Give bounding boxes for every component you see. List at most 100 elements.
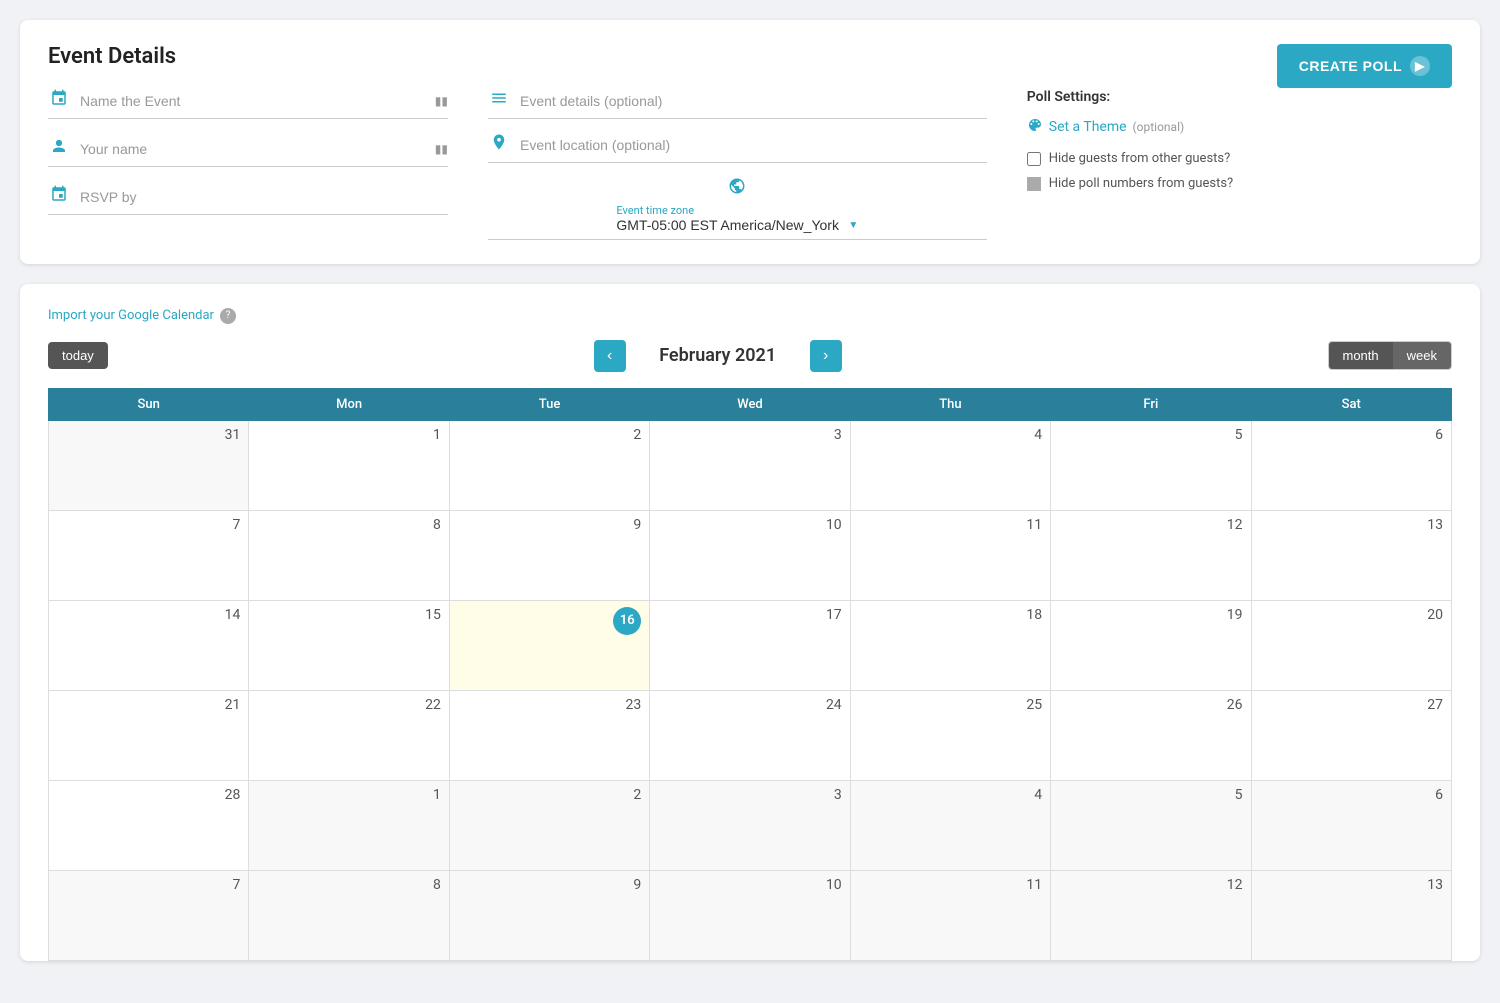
hide-guests-row: Hide guests from other guests?: [1027, 151, 1247, 166]
calendar-day-header: Sat: [1251, 388, 1451, 420]
calendar-cell[interactable]: 19: [1051, 600, 1251, 690]
day-number: 27: [1427, 697, 1443, 713]
help-icon[interactable]: ?: [220, 308, 236, 324]
event-details-input[interactable]: [520, 93, 987, 109]
calendar-cell[interactable]: 2: [449, 420, 649, 510]
calendar-cell[interactable]: 28: [49, 780, 249, 870]
your-name-input[interactable]: [80, 141, 425, 157]
hide-poll-checkbox[interactable]: [1027, 177, 1041, 191]
day-number: 7: [233, 517, 241, 533]
import-link-label[interactable]: Import your Google Calendar: [48, 308, 214, 323]
calendar-cell[interactable]: 1: [249, 780, 449, 870]
create-poll-button[interactable]: CREATE POLL ▶: [1277, 44, 1452, 88]
rsvp-input[interactable]: [80, 189, 448, 205]
timezone-select[interactable]: GMT-05:00 EST America/New_York: [616, 217, 840, 233]
calendar-cell[interactable]: 9: [449, 870, 649, 960]
month-view-button[interactable]: month: [1329, 342, 1393, 369]
set-theme-label[interactable]: Set a Theme: [1049, 119, 1127, 135]
event-name-input[interactable]: [80, 93, 425, 109]
calendar-cell[interactable]: 4: [850, 420, 1050, 510]
calendar-cell[interactable]: 20: [1251, 600, 1451, 690]
calendar-cell[interactable]: 16: [449, 600, 649, 690]
calendar-cell[interactable]: 10: [650, 510, 850, 600]
calendar-nav: today ‹ February 2021 › month week: [48, 340, 1452, 372]
prev-month-button[interactable]: ‹: [594, 340, 626, 372]
day-number: 18: [1026, 607, 1042, 623]
day-number: 17: [826, 607, 842, 623]
next-month-button[interactable]: ›: [810, 340, 842, 372]
calendar-cell[interactable]: 6: [1251, 420, 1451, 510]
day-number: 11: [1026, 517, 1042, 533]
calendar-cell[interactable]: 8: [249, 510, 449, 600]
day-number: 28: [225, 787, 241, 803]
today-button[interactable]: today: [48, 342, 108, 369]
location-icon: [488, 133, 510, 156]
calendar-cell[interactable]: 13: [1251, 510, 1451, 600]
import-link[interactable]: Import your Google Calendar ?: [48, 308, 236, 324]
globe-icon: [726, 177, 748, 200]
calendar-cell[interactable]: 3: [650, 420, 850, 510]
expand-icon-2[interactable]: ▮▮: [435, 142, 448, 156]
card-title: Event Details: [48, 44, 1247, 69]
calendar-cell[interactable]: 15: [249, 600, 449, 690]
event-name-icon: [48, 89, 70, 112]
timezone-container: Event time zone GMT-05:00 EST America/Ne…: [616, 204, 858, 233]
hide-guests-label: Hide guests from other guests?: [1049, 151, 1231, 166]
set-theme-link[interactable]: Set a Theme (optional): [1027, 117, 1247, 137]
calendar-cell[interactable]: 10: [650, 870, 850, 960]
calendar-cell[interactable]: 11: [850, 510, 1050, 600]
calendar-cell[interactable]: 18: [850, 600, 1050, 690]
day-number: 3: [834, 787, 842, 803]
calendar-card: Import your Google Calendar ? today ‹ Fe…: [20, 284, 1480, 961]
calendar-cell[interactable]: 24: [650, 690, 850, 780]
day-number: 5: [1235, 787, 1243, 803]
calendar-cell[interactable]: 5: [1051, 420, 1251, 510]
calendar-cell[interactable]: 2: [449, 780, 649, 870]
calendar-cell[interactable]: 11: [850, 870, 1050, 960]
day-number: 21: [225, 697, 241, 713]
your-name-field: ▮▮: [48, 137, 448, 167]
calendar-cell[interactable]: 22: [249, 690, 449, 780]
calendar-cell[interactable]: 8: [249, 870, 449, 960]
day-number: 12: [1227, 877, 1243, 893]
hide-guests-checkbox[interactable]: [1027, 152, 1041, 166]
calendar-cell[interactable]: 6: [1251, 780, 1451, 870]
calendar-cell[interactable]: 14: [49, 600, 249, 690]
day-number: 2: [633, 427, 641, 443]
calendar-cell[interactable]: 7: [49, 510, 249, 600]
expand-icon[interactable]: ▮▮: [435, 94, 448, 108]
calendar-cell[interactable]: 1: [249, 420, 449, 510]
day-number: 10: [826, 517, 842, 533]
calendar-cell[interactable]: 17: [650, 600, 850, 690]
timezone-label: Event time zone: [616, 204, 858, 217]
rsvp-field: [48, 185, 448, 215]
calendar-cell[interactable]: 13: [1251, 870, 1451, 960]
calendar-cell[interactable]: 9: [449, 510, 649, 600]
poll-settings: Poll Settings: Set a Theme (optional) Hi…: [1027, 89, 1247, 240]
calendar-cell[interactable]: 25: [850, 690, 1050, 780]
calendar-cell[interactable]: 26: [1051, 690, 1251, 780]
day-number: 19: [1227, 607, 1243, 623]
calendar-table: SunMonTueWedThuFriSat 311234567891011121…: [48, 388, 1452, 961]
calendar-cell[interactable]: 5: [1051, 780, 1251, 870]
month-title: February 2021: [638, 345, 798, 366]
form-middle: Event time zone GMT-05:00 EST America/Ne…: [488, 89, 987, 240]
week-view-button[interactable]: week: [1393, 342, 1451, 369]
calendar-cell[interactable]: 31: [49, 420, 249, 510]
event-location-input[interactable]: [520, 137, 987, 153]
day-number: 31: [225, 427, 241, 443]
calendar-day-header: Thu: [850, 388, 1050, 420]
timezone-select-row: GMT-05:00 EST America/New_York ▼: [616, 217, 858, 233]
calendar-cell[interactable]: 27: [1251, 690, 1451, 780]
calendar-cell[interactable]: 7: [49, 870, 249, 960]
arrow-right-icon: ▶: [1410, 56, 1430, 76]
calendar-cell[interactable]: 12: [1051, 510, 1251, 600]
calendar-cell[interactable]: 12: [1051, 870, 1251, 960]
calendar-cell[interactable]: 3: [650, 780, 850, 870]
calendar-cell[interactable]: 4: [850, 780, 1050, 870]
day-number: 23: [626, 697, 642, 713]
event-name-field: ▮▮: [48, 89, 448, 119]
details-icon: [488, 89, 510, 112]
calendar-cell[interactable]: 23: [449, 690, 649, 780]
calendar-cell[interactable]: 21: [49, 690, 249, 780]
